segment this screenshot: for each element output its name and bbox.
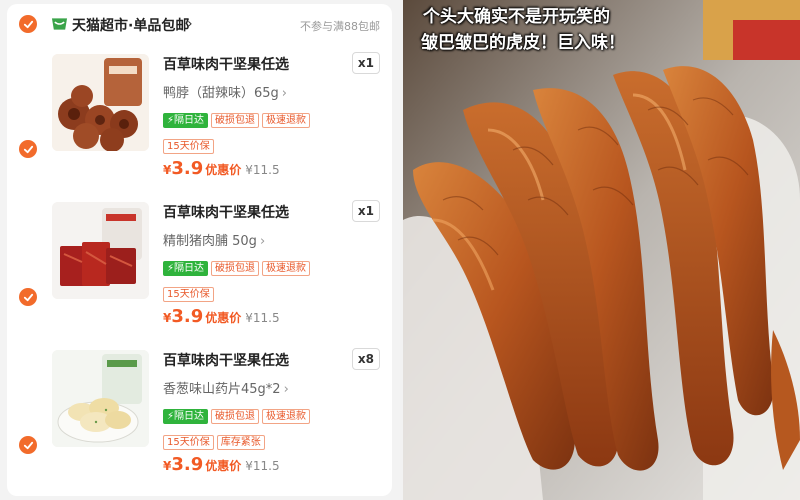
cart-item: 百草味肉干坚果任选 x1 鸭脖（甜辣味）65g › ⚡隔日达 破损包退 极速退款 15天… — [7, 52, 392, 194]
price-protect-tag: 15天价保 — [163, 287, 214, 302]
price-value: 3.9 — [171, 454, 204, 475]
price-label: 优惠价 — [205, 459, 242, 473]
item-title[interactable]: 百草味肉干坚果任选 — [163, 54, 289, 74]
store-header[interactable]: 天猫超市·单品包邮 › 不参与满88包邮 — [7, 4, 392, 44]
store-select-checkbox[interactable] — [19, 15, 37, 33]
item-price: ¥3.9 优惠价 ¥11.5 — [163, 158, 280, 179]
item-title[interactable]: 百草味肉干坚果任选 — [163, 350, 289, 370]
next-day-tag: ⚡隔日达 — [163, 261, 209, 276]
price-value: 3.9 — [171, 158, 204, 179]
pork-jerky-icon[interactable] — [52, 202, 149, 299]
yam-chips-icon[interactable] — [52, 350, 149, 447]
price-protect-tag: 15天价保 — [163, 139, 214, 154]
item-select-checkbox[interactable] — [19, 436, 37, 454]
item-price: ¥3.9 优惠价 ¥11.5 — [163, 454, 280, 475]
original-price: ¥11.5 — [245, 459, 280, 473]
item-variant-selector[interactable]: 鸭脖（甜辣味）65g › — [163, 82, 287, 101]
check-icon — [23, 441, 33, 449]
quantity-badge[interactable]: x1 — [351, 200, 380, 222]
fast-refund-tag: 极速退款 — [262, 113, 311, 128]
low-stock-tag: 库存紧张 — [216, 435, 265, 450]
item-price: ¥3.9 优惠价 ¥11.5 — [163, 306, 280, 327]
store-name[interactable]: 天猫超市·单品包邮 — [72, 15, 189, 35]
chicken-feet-illustration — [403, 0, 800, 500]
caption-line-2: 皱巴皱巴的虎皮！巨入味！ — [421, 33, 625, 53]
price-protect-tag: 15天价保 — [163, 435, 214, 450]
damage-return-tag: 破损包退 — [211, 409, 260, 424]
original-price: ¥11.5 — [245, 311, 280, 325]
chevron-right-icon: › — [259, 234, 266, 249]
store-card: 天猫超市·单品包邮 › 不参与满88包邮 百草味肉干坚果任选 x1 鸭脖（甜辣味… — [7, 4, 392, 496]
check-icon — [23, 20, 33, 28]
item-variant-selector[interactable]: 精制猪肉脯 50g › — [163, 230, 265, 249]
item-tags: ⚡隔日达 破损包退 极速退款 15天价保 — [163, 256, 363, 308]
price-value: 3.9 — [171, 306, 204, 327]
item-variant-label: 精制猪肉脯 50g — [163, 234, 257, 249]
price-label: 优惠价 — [205, 311, 242, 325]
original-price: ¥11.5 — [245, 163, 280, 177]
item-variant-selector[interactable]: 香葱味山药片45g*2 › — [163, 378, 289, 397]
next-day-tag: ⚡隔日达 — [163, 409, 209, 424]
tmall-store-icon — [51, 18, 68, 30]
quantity-badge[interactable]: x1 — [351, 52, 380, 74]
item-tags: ⚡隔日达 破损包退 极速退款 15天价保 — [163, 108, 363, 160]
cart-item: 百草味肉干坚果任选 x1 精制猪肉脯 50g › ⚡隔日达 破损包退 极速退款 15天价… — [7, 200, 392, 342]
item-variant-label: 香葱味山药片45g*2 — [163, 382, 281, 397]
price-label: 优惠价 — [205, 163, 242, 177]
photo-caption: 个头大确实不是开玩笑的 皱巴皱巴的虎皮！巨入味！ — [421, 4, 625, 56]
next-day-tag: ⚡隔日达 — [163, 113, 209, 128]
quantity-badge[interactable]: x8 — [351, 348, 380, 370]
braised-duck-neck-icon[interactable] — [52, 54, 149, 151]
fast-refund-tag: 极速退款 — [262, 409, 311, 424]
damage-return-tag: 破损包退 — [211, 113, 260, 128]
cart-panel: 天猫超市·单品包邮 › 不参与满88包邮 百草味肉干坚果任选 x1 鸭脖（甜辣味… — [0, 0, 400, 500]
item-select-checkbox[interactable] — [19, 288, 37, 306]
check-icon — [23, 293, 33, 301]
chevron-right-icon: › — [283, 382, 289, 397]
shipping-note: 不参与满88包邮 — [300, 20, 380, 33]
damage-return-tag: 破损包退 — [211, 261, 260, 276]
item-tags: ⚡隔日达 破损包退 极速退款 15天价保 库存紧张 — [163, 404, 363, 456]
fast-refund-tag: 极速退款 — [262, 261, 311, 276]
item-select-checkbox[interactable] — [19, 140, 37, 158]
chevron-right-icon: › — [281, 86, 287, 101]
chevron-right-icon[interactable]: › — [187, 16, 193, 32]
item-variant-label: 鸭脖（甜辣味）65g — [163, 86, 279, 101]
tiger-skin-chicken-feet-photo: 个头大确实不是开玩笑的 皱巴皱巴的虎皮！巨入味！ — [403, 0, 800, 500]
cart-item: 百草味肉干坚果任选 x8 香葱味山药片45g*2 › ⚡隔日达 破损包退 极速退款 15… — [7, 348, 392, 490]
caption-line-1: 个头大确实不是开玩笑的 — [423, 7, 610, 27]
check-icon — [23, 145, 33, 153]
item-title[interactable]: 百草味肉干坚果任选 — [163, 202, 289, 222]
